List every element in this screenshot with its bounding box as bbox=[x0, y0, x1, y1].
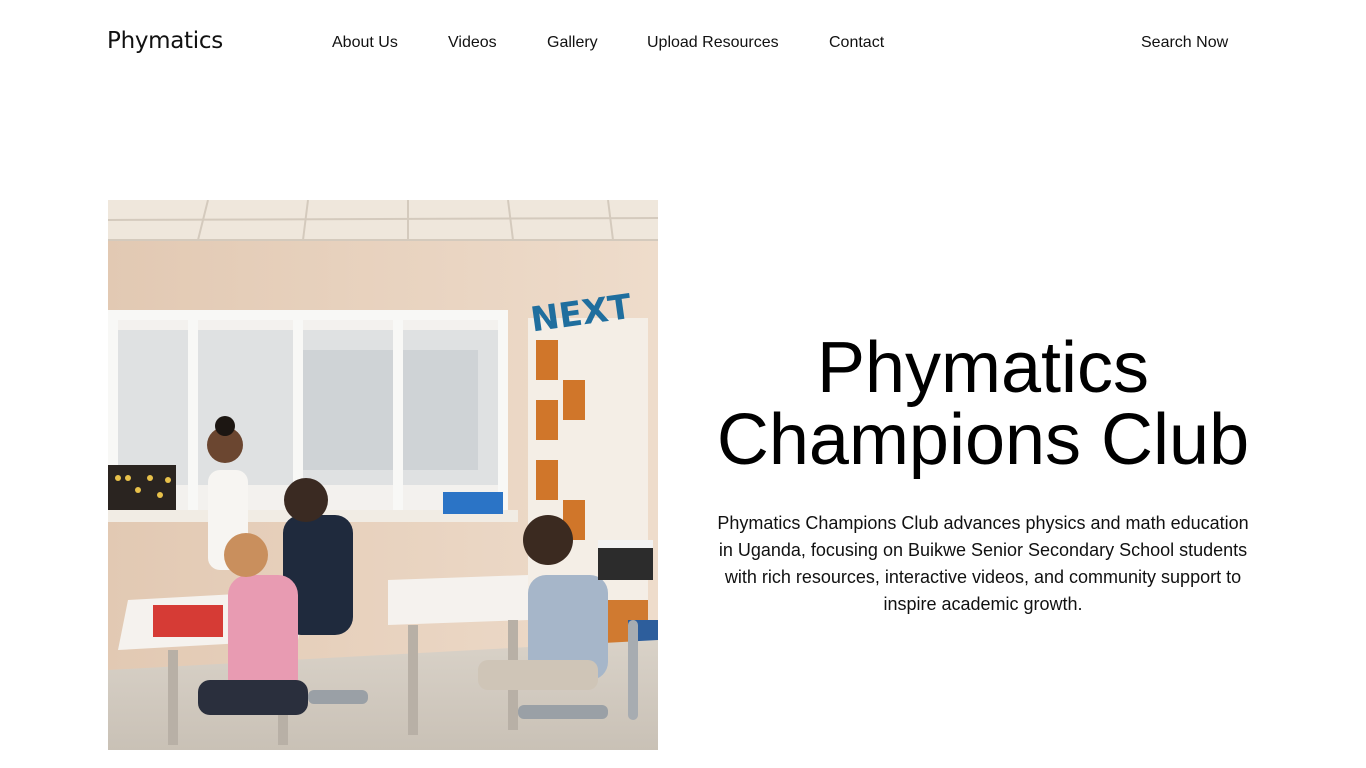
search-now-link[interactable]: Search Now bbox=[1141, 34, 1228, 52]
classroom-illustration: NEXT bbox=[108, 200, 658, 750]
nav-item-videos[interactable]: Videos bbox=[448, 34, 497, 52]
hero-title: Phymatics Champions Club bbox=[716, 328, 1250, 480]
site-header: Phymatics About Us Videos Gallery Upload… bbox=[0, 0, 1366, 88]
nav-item-contact[interactable]: Contact bbox=[829, 34, 884, 52]
nav-item-upload-resources[interactable]: Upload Resources bbox=[647, 34, 779, 52]
hero-content: Phymatics Champions Club Phymatics Champ… bbox=[705, 332, 1261, 618]
hero-description: Phymatics Champions Club advances physic… bbox=[717, 513, 1249, 614]
hero-classroom-image: NEXT bbox=[108, 200, 658, 750]
nav-item-gallery[interactable]: Gallery bbox=[547, 34, 598, 52]
nav-item-about-us[interactable]: About Us bbox=[332, 34, 398, 52]
